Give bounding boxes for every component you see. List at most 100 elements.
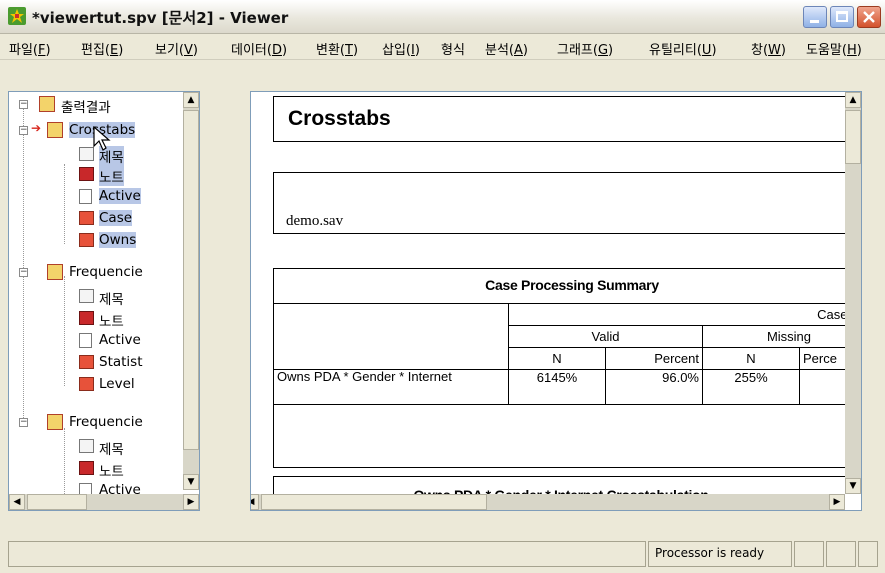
dataset-name: demo.sav (286, 213, 344, 229)
book-icon (47, 122, 63, 138)
menu-help[interactable]: 도움말(H) (806, 39, 862, 58)
close-button[interactable] (857, 6, 881, 28)
current-item-arrow-icon: ➔ (31, 121, 42, 135)
menu-edit[interactable]: 편집(E) (81, 39, 123, 58)
cell-value: 6145% (508, 369, 606, 405)
collapse-icon[interactable]: − (19, 268, 28, 277)
book-icon (47, 414, 63, 430)
book-icon (47, 264, 63, 280)
scroll-thumb[interactable] (183, 110, 199, 450)
valid-header: Valid (508, 325, 703, 348)
table-icon (79, 377, 94, 391)
status-pane-processor: Processor is ready (648, 541, 792, 567)
tree-item-label: Case (99, 210, 133, 226)
tree-group-label: Frequencie (69, 414, 143, 430)
table-title: Case Processing Summary (485, 277, 659, 293)
row-label: Owns PDA * Gender * Internet (273, 369, 509, 405)
notes-icon (79, 461, 94, 475)
collapse-icon[interactable]: − (19, 100, 28, 109)
status-pane (794, 541, 824, 567)
menu-insert[interactable]: 삽입(I) (382, 39, 420, 58)
scroll-thumb[interactable] (261, 494, 487, 510)
status-pane (826, 541, 856, 567)
maximize-icon (836, 11, 848, 22)
collapse-icon[interactable]: − (19, 126, 28, 135)
content-horizontal-scrollbar[interactable]: ◀ ▶ (251, 494, 845, 510)
output-heading: Crosstabs (288, 107, 391, 130)
menu-analyze[interactable]: 분석(A) (485, 39, 528, 58)
content-pane[interactable]: Crosstabs demo.sav Case Processing Summa… (250, 91, 862, 511)
table-icon (79, 355, 94, 369)
tree-item-label: Statist (99, 354, 143, 370)
missing-header: Missing (702, 325, 861, 348)
scroll-down-button[interactable]: ▼ (845, 478, 861, 494)
minimize-icon (810, 20, 819, 23)
scroll-up-button[interactable]: ▲ (845, 92, 861, 108)
cell-value: 255% (702, 369, 800, 405)
scroll-left-button[interactable]: ◀ (9, 494, 25, 510)
menu-transform[interactable]: 변환(T) (316, 39, 358, 58)
title-icon (79, 439, 94, 453)
corner-cell (273, 303, 509, 370)
text-icon (79, 333, 92, 348)
outline-vertical-scrollbar[interactable]: ▲ ▼ (183, 92, 199, 490)
tree-item-label: 제목 (99, 442, 124, 458)
tree-item-label: 노트 (99, 464, 124, 480)
menu-bar: 파일(F) 편집(E) 보기(V) 데이터(D) 변환(T) 삽입(I) 형식 … (0, 34, 885, 60)
status-bar: Processor is ready (8, 541, 878, 567)
title-icon (79, 289, 94, 303)
minimize-button[interactable] (803, 6, 827, 28)
tree-root-label: 출력결과 (61, 100, 111, 116)
menu-window[interactable]: 창(W) (751, 39, 786, 58)
outline-horizontal-scrollbar[interactable]: ◀ ▶ (9, 494, 199, 510)
scroll-thumb[interactable] (27, 494, 87, 510)
tree-item-label: Active (99, 332, 141, 348)
tree-item-label: 제목 (99, 292, 124, 308)
title-icon (79, 147, 94, 161)
menu-format[interactable]: 형식 (441, 39, 465, 58)
processor-status: Processor is ready (655, 546, 765, 560)
table-icon (79, 233, 94, 247)
tree-item-label: Owns (99, 232, 137, 248)
menu-data[interactable]: 데이터(D) (231, 39, 287, 58)
cases-header: Cases (508, 303, 861, 326)
scroll-left-button[interactable]: ◀ (251, 494, 259, 510)
notes-icon (79, 311, 94, 325)
tree-item-label: Active (99, 188, 141, 204)
text-icon (79, 189, 92, 204)
notes-icon (79, 167, 94, 181)
scroll-up-button[interactable]: ▲ (183, 92, 199, 108)
tree-line (64, 428, 65, 494)
content-vertical-scrollbar[interactable]: ▲ ▼ (845, 92, 861, 494)
tree-line (64, 276, 65, 386)
col-percent: Percent (605, 347, 703, 370)
menu-graphs[interactable]: 그래프(G) (557, 39, 613, 58)
log-book-icon (39, 96, 55, 112)
scroll-down-button[interactable]: ▼ (183, 474, 199, 490)
menu-file[interactable]: 파일(F) (9, 39, 51, 58)
menu-view[interactable]: 보기(V) (155, 39, 198, 58)
outline-pane[interactable]: − 출력결과 − ➔ Crosstabs 제목 노트 Active Case O… (8, 91, 200, 511)
table-icon (79, 211, 94, 225)
pane-splitter[interactable] (202, 91, 248, 511)
tree-line (64, 164, 65, 244)
scroll-right-button[interactable]: ▶ (829, 494, 845, 510)
status-pane-main (8, 541, 646, 567)
tree-item-label: Level (99, 376, 135, 392)
scroll-right-button[interactable]: ▶ (183, 494, 199, 510)
app-icon (8, 7, 26, 25)
close-icon (863, 11, 875, 23)
heading-box: Crosstabs (273, 96, 861, 142)
menu-utilities[interactable]: 유틸리티(U) (649, 39, 717, 58)
summary-table: Cases Valid Missing N Percent N Perce Ow… (273, 303, 861, 405)
tree-item-label: 노트 (99, 314, 124, 330)
scroll-thumb[interactable] (845, 110, 861, 164)
col-n: N (508, 347, 606, 370)
tree-group-label: Frequencie (69, 264, 143, 280)
maximize-button[interactable] (830, 6, 854, 28)
col-n: N (702, 347, 800, 370)
mouse-cursor-icon (93, 126, 111, 151)
collapse-icon[interactable]: − (19, 418, 28, 427)
status-pane (858, 541, 878, 567)
title-bar[interactable]: *viewertut.spv [문서2] - Viewer (0, 0, 885, 34)
